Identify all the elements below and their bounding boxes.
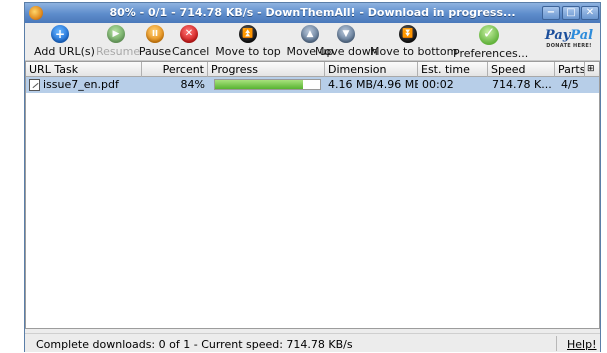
column-header-dimension[interactable]: Dimension <box>325 62 418 77</box>
move-to-top-icon: ⏫ <box>239 25 257 43</box>
column-header-progress[interactable]: Progress <box>208 62 325 77</box>
status-divider <box>556 336 557 351</box>
add-urls-button[interactable]: + Add URL(s) <box>34 25 95 59</box>
column-header-est-time[interactable]: Est. time <box>418 62 488 77</box>
dimension-value: 4.16 MB/4.96 MB <box>328 78 418 91</box>
pause-icon: II <box>146 25 164 43</box>
window-title: 80% - 0/1 - 714.78 KB/s - DownThemAll! -… <box>109 6 516 19</box>
column-header-url-task[interactable]: URL Task <box>26 62 142 77</box>
downthemall-window: 80% - 0/1 - 714.78 KB/s - DownThemAll! -… <box>24 2 601 352</box>
move-to-bottom-icon: ⏬ <box>399 25 417 43</box>
minimize-button[interactable]: − <box>542 6 560 20</box>
file-icon <box>29 79 40 91</box>
play-icon: ▶ <box>107 25 125 43</box>
table-row[interactable]: issue7_en.pdf 84% 4.16 MB/4.96 MB 00:02 … <box>26 77 599 93</box>
title-bar[interactable]: 80% - 0/1 - 714.78 KB/s - DownThemAll! -… <box>25 3 600 23</box>
paypal-logo: PayPal <box>544 28 594 43</box>
percent-value: 84% <box>180 78 205 91</box>
preferences-button[interactable]: ✓ Preferences... <box>453 24 528 60</box>
paypal-donate-button[interactable]: PayPal DONATE HERE! <box>543 29 595 57</box>
maximize-button[interactable]: □ <box>562 6 580 20</box>
progress-fill <box>215 80 304 89</box>
progress-bar <box>214 79 321 90</box>
downloads-table[interactable]: URL Task Percent Progress Dimension Est.… <box>25 61 600 329</box>
table-header: URL Task Percent Progress Dimension Est.… <box>26 62 599 77</box>
cancel-icon: ✕ <box>180 25 198 43</box>
resume-button[interactable]: ▶ Resume <box>96 25 140 59</box>
pause-button[interactable]: II Pause <box>138 25 172 59</box>
column-header-percent[interactable]: Percent <box>142 62 208 77</box>
status-bar: Complete downloads: 0 of 1 - Current spe… <box>25 333 600 352</box>
column-header-parts[interactable]: Parts <box>555 62 585 77</box>
toolbar: + Add URL(s) ▶ Resume II Pause ✕ Cancel … <box>25 23 600 61</box>
move-down-icon: ▼ <box>337 25 355 43</box>
speed-value: 714.78 K... <box>492 78 552 91</box>
move-down-button[interactable]: ▼ Move down <box>315 25 378 59</box>
column-header-speed[interactable]: Speed <box>488 62 555 77</box>
parts-value: 4/5 <box>561 78 579 91</box>
column-picker-icon[interactable]: ⊞ <box>585 62 599 77</box>
task-name: issue7_en.pdf <box>43 78 119 91</box>
est-time-value: 00:02 <box>422 78 454 91</box>
preferences-check-icon: ✓ <box>479 24 499 45</box>
plus-icon: + <box>51 25 69 43</box>
help-link[interactable]: Help! <box>567 338 597 351</box>
move-to-bottom-button[interactable]: ⏬ Move to bottom <box>370 25 457 59</box>
cancel-button[interactable]: ✕ Cancel <box>172 25 209 59</box>
close-button[interactable]: ✕ <box>581 6 599 20</box>
status-text: Complete downloads: 0 of 1 - Current spe… <box>36 338 353 351</box>
move-to-top-button[interactable]: ⏫ Move to top <box>215 25 281 59</box>
